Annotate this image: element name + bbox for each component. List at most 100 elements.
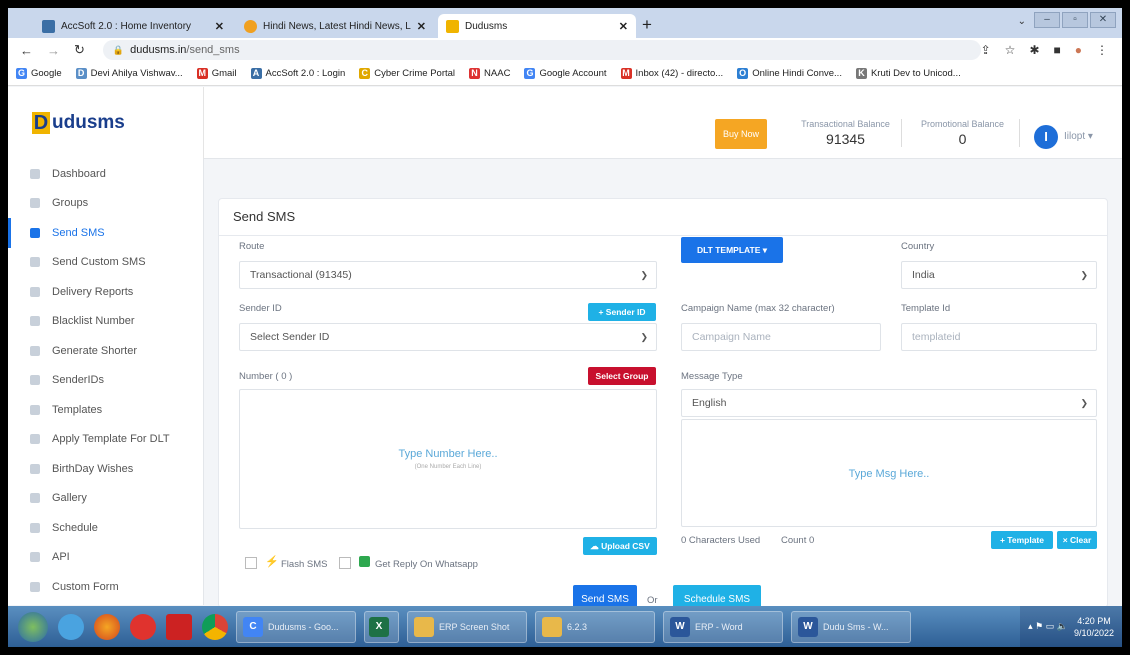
pdf-reader-icon[interactable] (166, 613, 192, 640)
extensions-icon[interactable]: ✱ (1029, 43, 1039, 57)
sidebar-item-groups[interactable]: Groups (8, 189, 203, 219)
sidebar-item-birthday-wishes[interactable]: BirthDay Wishes (8, 454, 203, 484)
taskbar-app-button[interactable]: 6.2.3 (535, 610, 655, 643)
sidebar-item-icon (30, 198, 40, 209)
internet-explorer-icon[interactable] (58, 613, 84, 640)
bookmark-item[interactable]: N NAAC (469, 68, 510, 79)
buy-now-button[interactable]: Buy Now (715, 119, 767, 149)
bookmark-item[interactable]: D Devi Ahilya Vishwav... (75, 68, 183, 79)
forward-icon[interactable]: → (47, 43, 60, 58)
bookmark-item[interactable]: K Kruti Dev to Unicod... (855, 68, 961, 79)
bookmark-item[interactable]: M Inbox (42) - directo... (620, 68, 723, 79)
sidebar-item-gallery[interactable]: Gallery (8, 484, 203, 514)
taskbar-app-button[interactable]: W Dudu Sms - W... (791, 610, 911, 643)
taskbar-app-button[interactable]: W ERP - Word (663, 610, 783, 643)
minimize-icon[interactable]: – (1034, 12, 1060, 28)
opera-icon[interactable] (130, 613, 156, 640)
sidepanel-icon[interactable]: ■ (1054, 43, 1061, 57)
sidebar-item-label: API (52, 551, 70, 564)
taskbar-app-button[interactable]: ERP Screen Shot (407, 610, 527, 643)
bookmark-item[interactable]: A AccSoft 2.0 : Login (250, 68, 345, 79)
sidebar-item-blacklist-number[interactable]: Blacklist Number (8, 307, 203, 337)
reload-icon[interactable]: ↻ (74, 42, 85, 58)
upload-csv-button[interactable]: ☁ Upload CSV (583, 537, 657, 555)
bookmark-label: NAAC (484, 68, 511, 79)
flash-sms-checkbox[interactable] (245, 557, 257, 569)
sidebar-item-label: Dashboard (52, 167, 106, 180)
add-template-button[interactable]: + Template (991, 531, 1053, 549)
bookmark-item[interactable]: O Online Hindi Conve... (737, 68, 842, 79)
number-textarea[interactable]: Type Number Here.. (One Number Each Line… (239, 389, 657, 529)
share-icon[interactable]: ⇪ (981, 43, 991, 57)
clear-button[interactable]: × Clear (1057, 531, 1097, 549)
sidebar-item-generate-shorter[interactable]: Generate Shorter (8, 336, 203, 366)
campaign-name-input[interactable]: Campaign Name (681, 323, 881, 351)
sidebar-item-custom-form[interactable]: Custom Form (8, 572, 203, 602)
route-select[interactable]: Transactional (91345) ❯ (239, 261, 657, 289)
taskbar-app-button[interactable]: C Dudusms - Goo... (236, 610, 356, 643)
menu-icon[interactable]: ⋮ (1096, 43, 1108, 57)
start-button-icon[interactable] (18, 611, 48, 642)
sidebar-item-label: Generate Shorter (52, 344, 137, 357)
sidebar-item-send-custom-sms[interactable]: Send Custom SMS (8, 248, 203, 278)
chrome-icon[interactable] (202, 613, 228, 640)
sidebar-item-send-sms[interactable]: Send SMS (8, 218, 203, 248)
close-window-icon[interactable]: ✕ (1090, 12, 1116, 28)
dlt-template-button[interactable]: DLT TEMPLATE ▾ (681, 237, 783, 263)
whatsapp-checkbox[interactable] (339, 557, 351, 569)
sidebar-item-templates[interactable]: Templates (8, 395, 203, 425)
browser-tab[interactable]: Hindi News, Latest Hindi News, L ✕ (236, 14, 434, 38)
bookmark-item[interactable]: C Cyber Crime Portal (359, 68, 455, 79)
avatar[interactable]: I (1034, 125, 1058, 149)
sidebar-item-schedule[interactable]: Schedule (8, 513, 203, 543)
tab-close-icon[interactable]: ✕ (215, 20, 224, 33)
bookmark-item[interactable]: G Google (16, 68, 62, 79)
url-path: /send_sms (186, 44, 240, 56)
message-textarea[interactable]: Type Msg Here.. (681, 419, 1097, 527)
bookmark-item[interactable]: M Gmail (196, 68, 237, 79)
taskbar-app-label: ERP - Word (695, 621, 743, 632)
sender-id-select[interactable]: Select Sender ID ❯ (239, 323, 657, 351)
url-bar[interactable]: 🔒 dudusms.in/send_sms (102, 40, 981, 60)
browser-tab[interactable]: AccSoft 2.0 : Home Inventory ✕ (34, 14, 232, 38)
bookmark-icon: C (359, 68, 371, 79)
transactional-balance-value: 91345 (826, 131, 865, 147)
taskbar-app-button[interactable]: X (364, 610, 399, 643)
message-type-select[interactable]: English ❯ (681, 389, 1097, 417)
tab-search-icon[interactable]: ⌄ (1018, 16, 1026, 27)
tray-icons[interactable]: ▴ ⚑ ▭ 🔈 (1028, 621, 1068, 632)
sidebar-item-icon (30, 493, 40, 504)
tab-close-icon[interactable]: ✕ (417, 20, 426, 33)
select-group-button[interactable]: Select Group (588, 367, 656, 385)
maximize-icon[interactable]: ▫ (1062, 12, 1088, 28)
number-label: Number ( 0 ) (239, 371, 293, 382)
sidebar-item-delivery-reports[interactable]: Delivery Reports (8, 277, 203, 307)
taskbar-app-icon: X (369, 616, 389, 637)
sidebar-item-apply-template-for-dlt[interactable]: Apply Template For DLT (8, 425, 203, 455)
firefox-icon[interactable] (94, 613, 120, 640)
new-tab-icon[interactable]: + (642, 15, 652, 35)
bookmarks-bar: G Google D Devi Ahilya Vishwav... M Gmail A Acc… (8, 62, 1122, 86)
bookmark-icon: M (196, 68, 208, 79)
sidebar-item-api[interactable]: API (8, 543, 203, 573)
clock[interactable]: 4:20 PM 9/10/2022 (1074, 615, 1114, 639)
sidebar-item-label: Send Custom SMS (52, 256, 146, 269)
add-sender-id-button[interactable]: + Sender ID (588, 303, 656, 321)
country-select[interactable]: India ❯ (901, 261, 1097, 289)
sidebar-item-senderids[interactable]: SenderIDs (8, 366, 203, 396)
back-icon[interactable]: ← (20, 43, 33, 58)
bookmark-item[interactable]: G Google Account (524, 68, 607, 79)
user-menu[interactable]: Iilopt ▾ (1064, 131, 1093, 142)
flash-icon: ⚡ (265, 556, 279, 568)
sidebar-item-icon (30, 345, 40, 356)
sidebar-item-dashboard[interactable]: Dashboard (8, 159, 203, 189)
bookmark-star-icon[interactable]: ☆ (1005, 43, 1016, 57)
bookmark-icon: M (620, 68, 632, 79)
tab-close-icon[interactable]: ✕ (619, 20, 628, 33)
profile-icon[interactable]: ● (1075, 43, 1082, 57)
tab-title: Dudusms (465, 20, 508, 32)
template-id-input[interactable]: templateid (901, 323, 1097, 351)
brand-logo[interactable]: D udusms (8, 87, 204, 159)
browser-tab-active[interactable]: Dudusms ✕ (438, 14, 636, 38)
country-value: India (912, 269, 935, 281)
